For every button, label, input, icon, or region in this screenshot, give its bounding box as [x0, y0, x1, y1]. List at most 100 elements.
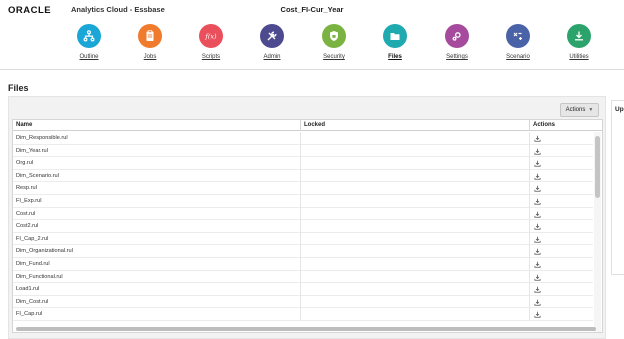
vertical-scrollbar-thumb[interactable]: [595, 136, 600, 198]
download-icon[interactable]: [534, 299, 541, 306]
table-row[interactable]: Dim_Scenario.rul: [13, 169, 593, 183]
file-name-cell: Dim_Fund.rul: [16, 261, 50, 267]
download-icon[interactable]: [534, 135, 541, 142]
file-name-cell: Cost.rul: [16, 210, 36, 217]
nav-label: Scenario: [506, 54, 530, 60]
file-name-cell: Dim_Year.rul: [16, 147, 48, 154]
download-icon[interactable]: [534, 311, 541, 318]
table-row[interactable]: Dim_Cost.rul: [13, 295, 593, 309]
table-row[interactable]: FI_Cap.rul: [13, 308, 593, 321]
column-header-locked[interactable]: Locked: [300, 120, 529, 131]
table-row[interactable]: FI_Cap_2.rul: [13, 232, 593, 246]
file-name-cell: FI_Cap.rul: [16, 311, 43, 318]
table-row[interactable]: Dim_Year.rul: [13, 144, 593, 158]
utilities-icon: [567, 24, 591, 48]
vertical-scrollbar[interactable]: [594, 132, 601, 332]
table-row[interactable]: Cost2.rul: [13, 220, 593, 233]
upload-panel-title: Up: [615, 106, 624, 113]
download-icon[interactable]: [534, 211, 541, 218]
locked-cell: [300, 295, 529, 309]
download-icon[interactable]: [534, 223, 541, 230]
table-header: Name Locked Actions: [13, 120, 602, 131]
download-icon[interactable]: [534, 185, 541, 192]
download-icon[interactable]: [534, 261, 541, 268]
page-title: Files: [8, 83, 29, 93]
actions-cell: [529, 283, 593, 296]
nav-label: Jobs: [143, 54, 157, 60]
nav-item-jobs[interactable]: Jobs: [120, 24, 180, 60]
nav-item-settings[interactable]: Settings: [427, 24, 487, 60]
actions-cell: [529, 207, 593, 221]
nav-label: Admin: [263, 54, 281, 60]
file-name-cell: FI_Exp.rul: [16, 198, 42, 204]
nav-label: Outline: [79, 54, 99, 60]
file-name-cell: Dim_Functional.rul: [16, 273, 63, 280]
download-icon[interactable]: [534, 198, 541, 205]
svg-text:f(x): f(x): [205, 33, 217, 41]
file-name-cell: Cost2.rul: [16, 223, 39, 230]
locked-cell: [300, 144, 529, 158]
actions-cell: [529, 182, 593, 195]
download-icon[interactable]: [534, 274, 541, 281]
actions-button-label: Actions: [565, 107, 586, 113]
download-icon[interactable]: [534, 236, 541, 243]
table-row[interactable]: FI_Exp.rul: [13, 195, 593, 208]
file-name-cell: Dim_Organizational.rul: [16, 248, 73, 255]
nav-item-scripts[interactable]: f(x) Scripts: [181, 24, 241, 60]
download-icon[interactable]: [534, 148, 541, 155]
table-row[interactable]: Dim_Organizational.rul: [13, 245, 593, 258]
file-name-cell: Dim_Responsible.rul: [16, 135, 68, 141]
jobs-icon: [138, 24, 162, 48]
actions-cell: [529, 157, 593, 170]
actions-cell: [529, 308, 593, 321]
actions-cell: [529, 295, 593, 309]
nav-label: Files: [388, 54, 402, 60]
security-icon: [322, 24, 346, 48]
table-row[interactable]: Dim_Responsible.rul: [13, 132, 593, 145]
upload-side-panel: [611, 100, 624, 275]
download-icon[interactable]: [534, 286, 541, 293]
table-row[interactable]: Cost.rul: [13, 207, 593, 221]
table-row[interactable]: Org.rul: [13, 157, 593, 170]
actions-cell: [529, 169, 593, 183]
download-icon[interactable]: [534, 160, 541, 167]
locked-cell: [300, 220, 529, 233]
file-name-cell: Org.rul: [16, 160, 34, 167]
actions-cell: [529, 144, 593, 158]
locked-cell: [300, 232, 529, 246]
nav-item-scenario[interactable]: Scenario: [488, 24, 548, 60]
navigation-bar: Outline Jobs f(x) Scripts Admin Security Files…: [0, 24, 624, 70]
nav-item-utilities[interactable]: Utilities: [549, 24, 609, 60]
nav-item-admin[interactable]: Admin: [242, 24, 302, 60]
settings-icon: [445, 24, 469, 48]
nav-item-security[interactable]: Security: [304, 24, 364, 60]
actions-cell: [529, 258, 593, 271]
locked-cell: [300, 195, 529, 208]
table-row[interactable]: Load1.rul: [13, 283, 593, 296]
locked-cell: [300, 207, 529, 221]
chevron-down-icon: ▼: [588, 107, 594, 113]
actions-dropdown-button[interactable]: Actions ▼: [560, 103, 599, 117]
outline-icon: [77, 24, 101, 48]
actions-cell: [529, 195, 593, 208]
scenario-icon: [506, 24, 530, 48]
nav-item-files[interactable]: Files: [365, 24, 425, 60]
actions-cell: [529, 132, 593, 145]
nav-item-outline[interactable]: Outline: [59, 24, 119, 60]
nav-label: Security: [323, 54, 345, 60]
table-row[interactable]: Dim_Functional.rul: [13, 270, 593, 284]
download-icon[interactable]: [534, 173, 541, 180]
file-name-cell: Load1.rul: [16, 286, 40, 293]
column-header-actions[interactable]: Actions: [529, 120, 593, 131]
locked-cell: [300, 283, 529, 296]
table-row[interactable]: Dim_Fund.rul: [13, 258, 593, 271]
admin-icon: [260, 24, 284, 48]
horizontal-scrollbar[interactable]: [16, 327, 596, 331]
locked-cell: [300, 157, 529, 170]
top-bar: ORACLE Analytics Cloud - Essbase Cost_FI…: [0, 0, 624, 20]
table-row[interactable]: Resp.rul: [13, 182, 593, 195]
column-header-name[interactable]: Name: [13, 120, 300, 131]
scripts-icon: f(x): [199, 24, 223, 48]
file-name-cell: Resp.rul: [16, 185, 37, 192]
download-icon[interactable]: [534, 248, 541, 255]
